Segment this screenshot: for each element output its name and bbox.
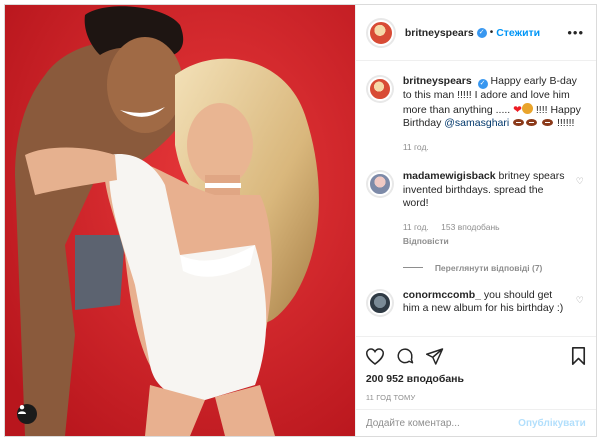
bookmark-icon[interactable] bbox=[571, 347, 586, 365]
replies-divider bbox=[402, 267, 423, 268]
caption-body: britneyspears ✓ Happy early B-day to thi… bbox=[403, 75, 584, 154]
view-replies-button[interactable]: Переглянути відповіді (7) bbox=[402, 262, 584, 273]
heart-emoji-icon: ❤ bbox=[513, 103, 522, 116]
caption-mention[interactable]: @samasghari bbox=[444, 117, 509, 129]
caption-text-3: !!!!!! bbox=[556, 117, 575, 129]
caption-meta: 11 год. bbox=[403, 141, 584, 155]
post-actions: 200 952 вподобань 11 ГОД ТОМУ bbox=[355, 336, 596, 402]
avatar-image bbox=[367, 77, 392, 101]
comments-list[interactable]: britneyspears ✓ Happy early B-day to thi… bbox=[356, 61, 596, 336]
comment-item: conormccomb_ you should get him a new al… bbox=[365, 288, 584, 317]
avatar-image bbox=[367, 19, 394, 46]
post-side-panel: britneyspears ✓ • Стежити ••• britneyspe… bbox=[354, 5, 596, 436]
comment-body: conormccomb_ you should get him a new al… bbox=[403, 289, 570, 316]
more-options-icon[interactable]: ••• bbox=[567, 26, 584, 39]
comment-like-icon[interactable]: ♡ bbox=[576, 176, 584, 187]
comment-composer: Опублікувати bbox=[355, 409, 596, 436]
reply-button[interactable]: Відповісти bbox=[403, 235, 560, 249]
verified-badge-icon: ✓ bbox=[476, 27, 487, 38]
football-emoji-icon bbox=[513, 119, 525, 126]
comment-time[interactable]: 11 год. bbox=[403, 222, 429, 232]
post-photo[interactable] bbox=[5, 5, 355, 436]
verified-badge-icon: ✓ bbox=[477, 79, 488, 89]
caption-avatar[interactable] bbox=[365, 75, 394, 103]
author-avatar[interactable] bbox=[365, 17, 396, 48]
view-replies-label: Переглянути відповіді (7) bbox=[434, 262, 543, 273]
caption: britneyspears ✓ Happy early B-day to thi… bbox=[365, 75, 584, 154]
football-emoji-icon bbox=[542, 119, 554, 126]
user-tag-icon bbox=[18, 405, 26, 414]
avatar-image bbox=[367, 172, 392, 196]
football-emoji-icon bbox=[526, 119, 538, 126]
comment-icon[interactable] bbox=[396, 347, 414, 365]
post-header: britneyspears ✓ • Стежити ••• bbox=[355, 5, 596, 61]
caption-time[interactable]: 11 год. bbox=[403, 142, 429, 152]
likes-count[interactable]: 200 952 вподобань bbox=[366, 373, 586, 385]
follow-button[interactable]: Стежити bbox=[496, 27, 540, 39]
comment-username[interactable]: conormccomb_ bbox=[403, 289, 481, 301]
header-separator: • bbox=[489, 27, 494, 38]
comment-like-icon[interactable]: ♡ bbox=[576, 295, 584, 306]
instagram-post: britneyspears ✓ • Стежити ••• britneyspe… bbox=[4, 4, 597, 437]
heart-icon[interactable] bbox=[365, 347, 384, 365]
comment-input[interactable] bbox=[365, 417, 519, 429]
comment-username[interactable]: madamewigisback bbox=[403, 170, 496, 182]
commenter-avatar[interactable] bbox=[365, 288, 394, 317]
photo-illustration bbox=[5, 5, 355, 436]
commenter-avatar[interactable] bbox=[365, 170, 394, 198]
comment-meta: 11 год. 153 вподобань Відповісти bbox=[403, 221, 570, 249]
comment-item: madamewigisback britney spears invented … bbox=[365, 170, 584, 249]
avatar-image bbox=[367, 290, 392, 315]
action-icons bbox=[365, 345, 586, 367]
caption-username[interactable]: britneyspears bbox=[403, 75, 472, 87]
author-username[interactable]: britneyspears bbox=[405, 27, 474, 39]
share-icon[interactable] bbox=[425, 347, 444, 365]
comment-likes[interactable]: 153 вподобань bbox=[441, 222, 499, 232]
post-timestamp[interactable]: 11 ГОД ТОМУ bbox=[366, 393, 586, 402]
lion-emoji-icon bbox=[521, 102, 533, 114]
comment-body: madamewigisback britney spears invented … bbox=[403, 170, 570, 249]
user-tag-button[interactable] bbox=[17, 404, 37, 424]
publish-button[interactable]: Опублікувати bbox=[518, 418, 586, 429]
